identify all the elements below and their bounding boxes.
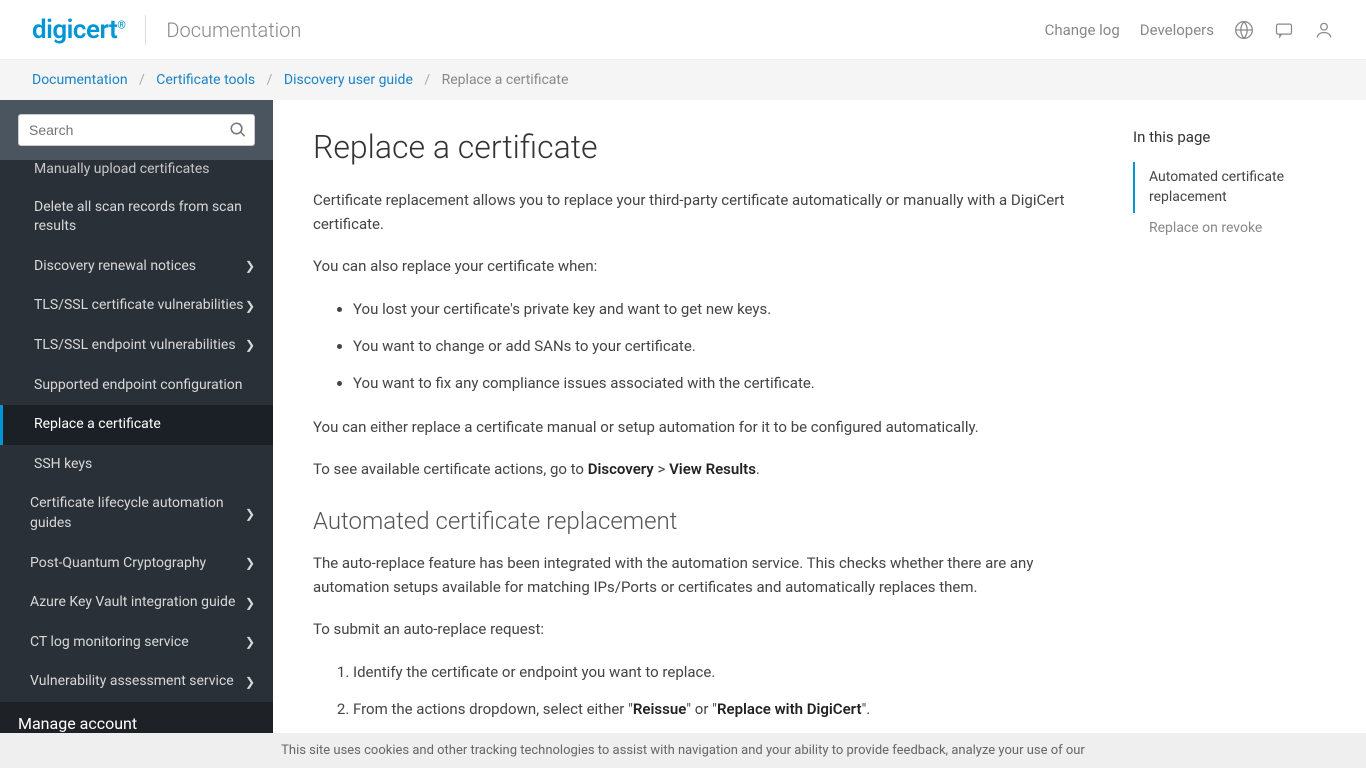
list-item: Identify the certificate or endpoint you… [353,659,1093,686]
changelog-link[interactable]: Change log [1045,21,1120,39]
sidebar-item[interactable]: TLS/SSL certificate vulnerabilities❯ [0,286,273,326]
sidebar-item[interactable]: Vulnerability assessment service❯ [0,662,273,702]
developers-link[interactable]: Developers [1140,21,1214,39]
paragraph: To submit an auto-replace request: [313,617,1093,641]
main-content: Replace a certificate Certificate replac… [273,100,1133,764]
sidebar: Manually upload certificates Delete all … [0,100,273,764]
chevron-right-icon: ❯ [245,555,255,572]
breadcrumb-link[interactable]: Certificate tools [156,72,255,88]
section-heading: Automated certificate replacement [313,507,1093,535]
nav: Manually upload certificates Delete all … [0,160,273,764]
chevron-right-icon: ❯ [245,506,255,523]
breadcrumb-link[interactable]: Documentation [32,72,128,88]
chevron-right-icon: ❯ [245,595,255,612]
sidebar-item[interactable]: TLS/SSL endpoint vulnerabilities❯ [0,326,273,366]
list-item: You want to change or add SANs to your c… [353,333,1093,360]
paragraph: You can also replace your certificate wh… [313,254,1093,278]
search-box [18,114,255,146]
list-item: You lost your certificate's private key … [353,296,1093,323]
layout: Manually upload certificates Delete all … [0,100,1366,764]
sidebar-item[interactable]: Manually upload certificates [0,160,273,188]
cookie-banner: This site uses cookies and other trackin… [0,733,1366,768]
sidebar-item[interactable]: Discovery renewal notices❯ [0,247,273,287]
list-item: From the actions dropdown, select either… [353,696,1093,723]
header-title: Documentation [166,18,301,42]
chevron-right-icon: ❯ [245,298,255,315]
chevron-right-icon: ❯ [245,634,255,651]
paragraph: You can either replace a certificate man… [313,415,1093,439]
toc-item[interactable]: Automated certificate replacement [1133,162,1313,213]
sidebar-item[interactable]: SSH keys [0,445,273,485]
search-icon[interactable] [229,121,247,139]
content-wrap: Replace a certificate Certificate replac… [273,100,1366,764]
chevron-right-icon: ❯ [245,337,255,354]
header-right: Change log Developers [1045,20,1334,40]
bullet-list: You lost your certificate's private key … [353,296,1093,397]
header: digicert® Documentation Change log Devel… [0,0,1366,60]
breadcrumb-sep: / [424,72,430,88]
breadcrumb: Documentation / Certificate tools / Disc… [0,60,1366,100]
globe-icon[interactable] [1234,20,1254,40]
search-input[interactable] [18,114,255,146]
breadcrumb-sep: / [267,72,273,88]
toc-title: In this page [1133,128,1313,146]
sidebar-item-active[interactable]: Replace a certificate [0,405,273,445]
sidebar-item[interactable]: Azure Key Vault integration guide❯ [0,583,273,623]
chevron-right-icon: ❯ [245,258,255,275]
toc-item[interactable]: Replace on revoke [1133,213,1313,245]
toc: In this page Automated certificate repla… [1133,100,1333,764]
sidebar-item[interactable]: CT log monitoring service❯ [0,623,273,663]
chat-icon[interactable] [1274,20,1294,40]
logo[interactable]: digicert® [32,15,125,45]
chevron-right-icon: ❯ [245,674,255,691]
sidebar-item[interactable]: Post-Quantum Cryptography❯ [0,544,273,584]
sidebar-item[interactable]: Certificate lifecycle automation guides❯ [0,484,273,543]
paragraph: Certificate replacement allows you to re… [313,188,1093,236]
paragraph: The auto-replace feature has been integr… [313,551,1093,599]
header-divider [145,15,146,45]
search-wrap [0,100,273,160]
paragraph: To see available certificate actions, go… [313,457,1093,481]
user-icon[interactable] [1314,20,1334,40]
breadcrumb-link[interactable]: Discovery user guide [284,72,413,88]
breadcrumb-sep: / [139,72,145,88]
page-title: Replace a certificate [313,128,1093,166]
sidebar-item[interactable]: Supported endpoint configuration [0,366,273,406]
breadcrumb-current: Replace a certificate [442,72,569,88]
list-item: You want to fix any compliance issues as… [353,370,1093,397]
sidebar-item[interactable]: Delete all scan records from scan result… [0,188,273,247]
